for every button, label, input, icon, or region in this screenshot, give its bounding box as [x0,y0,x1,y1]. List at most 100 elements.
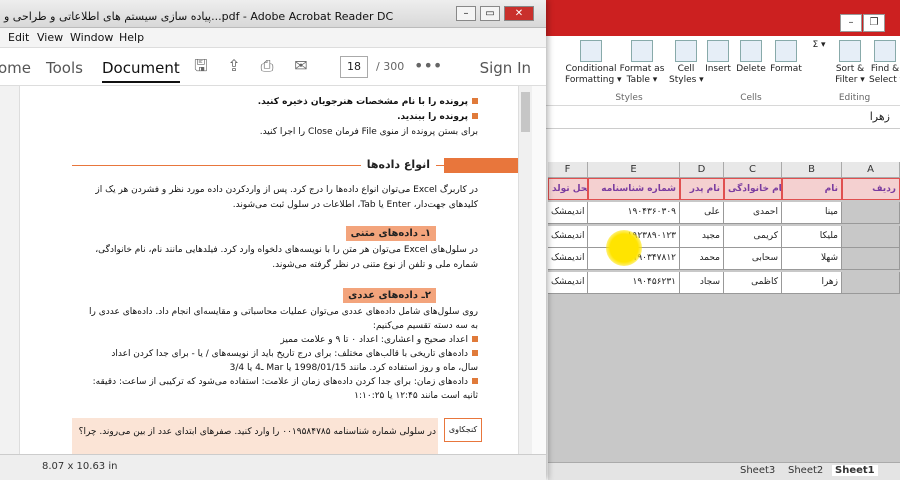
sheet-tab-sheet3[interactable]: Sheet3 [740,465,775,476]
header-cell[interactable]: شماره شناسنامه [588,178,680,200]
data-cell[interactable]: علی [680,202,724,224]
editing-group-label: Editing [838,93,871,103]
data-cell[interactable]: ۱۹۰۴۵۶۲۳۱ [588,272,680,294]
column-header-e[interactable]: E [588,162,680,178]
data-cell[interactable]: اندیمشک [548,272,588,294]
format-as-table-button[interactable]: Format as Table ▾ [619,40,665,86]
data-cell[interactable]: اندیمشک [548,248,588,270]
doc-line: داده‌های زمان: برای جدا کردن داده‌های زم… [93,376,478,388]
doc-line: در سلول‌های Excel می‌توان هر متن را با ن… [95,245,478,255]
tip-text: در سلولی شماره شناسنامه ۰۰۱۹۵۸۴۷۸۵ را وا… [78,427,436,437]
doc-line: پرونده را ببندید. [397,111,478,123]
mail-icon[interactable]: ✉ [292,57,310,75]
autosum-button[interactable]: Σ ▾ [811,40,827,51]
doc-line: پرونده را با نام مشخصات هنرجویان ذخیره ک… [258,96,478,108]
menu-window[interactable]: Window [70,31,113,44]
acrobat-toolbar: ome Tools Document 🖫 ⇪ ⎙ ✉ 18 / 300 ••• … [0,48,546,86]
sheet-tab-sheet2[interactable]: Sheet2 [788,465,823,476]
sort-filter-button[interactable]: Sort & Filter ▾ [833,40,867,86]
maximize-button[interactable]: ▭ [480,6,500,21]
table-row: اندیمشک ۱۹۰۴۳۶۰۳۰۹ علی احمدی مینا [548,202,900,224]
column-header-a[interactable]: A [842,162,900,178]
subheading-numeric-data: ۲ـ داده‌های عددی [343,288,436,303]
vertical-scrollbar[interactable] [518,86,532,454]
left-panel [0,86,20,454]
excel-minimize-button[interactable]: – [840,14,862,32]
more-options-icon[interactable]: ••• [414,57,442,75]
data-cell[interactable]: ملیکا [782,226,842,248]
header-cell[interactable]: محل تولد [548,178,588,200]
cursor-highlight [606,230,642,266]
formula-value: زهرا [869,110,890,123]
section-accent-bar [444,158,518,173]
data-cell[interactable]: محمد [680,248,724,270]
header-cell[interactable]: نام پدر [680,178,724,200]
save-icon[interactable]: 🖫 [192,57,210,75]
cell-styles-button[interactable]: Cell Styles ▾ [669,40,704,86]
tab-document[interactable]: Document [102,59,180,83]
print-icon[interactable]: ⎙ [258,57,276,75]
acrobat-window: پیاده سازی سیستم های اطلاعاتی و طراحی و.… [0,0,546,480]
menu-help[interactable]: Help [119,31,144,44]
editing-group: Σ ▾ Sort & Filter ▾ Find & Select ▾ Edit… [809,36,900,106]
data-cell[interactable]: کریمی [724,226,782,248]
insert-icon [707,40,729,62]
column-header-d[interactable]: D [680,162,724,178]
delete-icon [740,40,762,62]
column-header-c[interactable]: C [724,162,782,178]
data-cell[interactable] [842,202,900,224]
menu-edit[interactable]: Edit [8,31,29,44]
minimize-button[interactable]: – [456,6,476,21]
doc-line: اعداد صحیح و اعشاری: اعداد ۰ تا ۹ و علام… [280,334,478,346]
doc-line: روی سلول‌های شامل داده‌های عددی می‌توان … [89,307,478,317]
data-cell[interactable]: مینا [782,202,842,224]
acrobat-titlebar: پیاده سازی سیستم های اطلاعاتی و طراحی و.… [0,0,546,28]
delete-button[interactable]: Delete [735,40,767,75]
data-cell[interactable] [842,226,900,248]
column-header-f[interactable]: F [548,162,588,178]
scrollbar-thumb[interactable] [521,92,530,132]
column-headers: F E D C B A [548,162,900,178]
styles-group-label: Styles [615,93,643,103]
data-cell[interactable]: مجید [680,226,724,248]
sign-in-button[interactable]: Sign In [480,59,531,77]
header-cell[interactable]: نام خانوادگی [724,178,782,200]
format-icon [775,40,797,62]
data-cell[interactable]: کاظمی [724,272,782,294]
data-cell[interactable] [842,272,900,294]
styles-group: Conditional Formatting ▾ Format as Table… [561,36,704,106]
formula-bar[interactable]: زهرا [545,107,900,129]
page-number-input[interactable]: 18 [340,56,368,78]
data-cell[interactable]: اندیمشک [548,226,588,248]
conditional-formatting-button[interactable]: Conditional Formatting ▾ [565,40,622,86]
data-cell[interactable]: احمدی [724,202,782,224]
data-cell[interactable]: ۱۹۰۴۳۶۰۳۰۹ [588,202,680,224]
data-cell[interactable] [842,248,900,270]
data-cell[interactable]: شهلا [782,248,842,270]
document-page: پرونده را با نام مشخصات هنرجویان ذخیره ک… [22,86,518,454]
sheet-tab-sheet1[interactable]: Sheet1 [832,465,878,476]
header-cell[interactable]: ردیف [842,178,900,200]
doc-line: ثانیه است مانند ۱۲:۴۵ یا ۱:۱۰:۲۵ [354,391,478,401]
doc-line: به سه دسته تقسیم می‌کنیم: [372,321,478,331]
column-header-b[interactable]: B [782,162,842,178]
excel-restore-button[interactable]: ❐ [863,14,885,32]
format-button[interactable]: Format [769,40,803,75]
tab-tools[interactable]: Tools [46,59,83,77]
tip-label: کنجکاوی [444,418,482,442]
close-button[interactable]: ✕ [504,6,534,21]
data-cell[interactable]: اندیمشک [548,202,588,224]
menu-bar: Edit View Window Help [0,28,546,48]
page-size-label: 8.07 x 10.63 in [42,461,118,472]
cell-styles-icon [675,40,697,62]
data-cell[interactable]: سحابی [724,248,782,270]
data-cell[interactable]: سجاد [680,272,724,294]
menu-view[interactable]: View [37,31,63,44]
excel-ribbon: Conditional Formatting ▾ Format as Table… [545,36,900,106]
find-select-button[interactable]: Find & Select ▾ [869,40,900,86]
insert-button[interactable]: Insert [703,40,733,75]
upload-icon[interactable]: ⇪ [225,57,243,75]
tab-home[interactable]: ome [0,59,31,77]
data-cell[interactable]: زهرا [782,272,842,294]
header-cell[interactable]: نام [782,178,842,200]
